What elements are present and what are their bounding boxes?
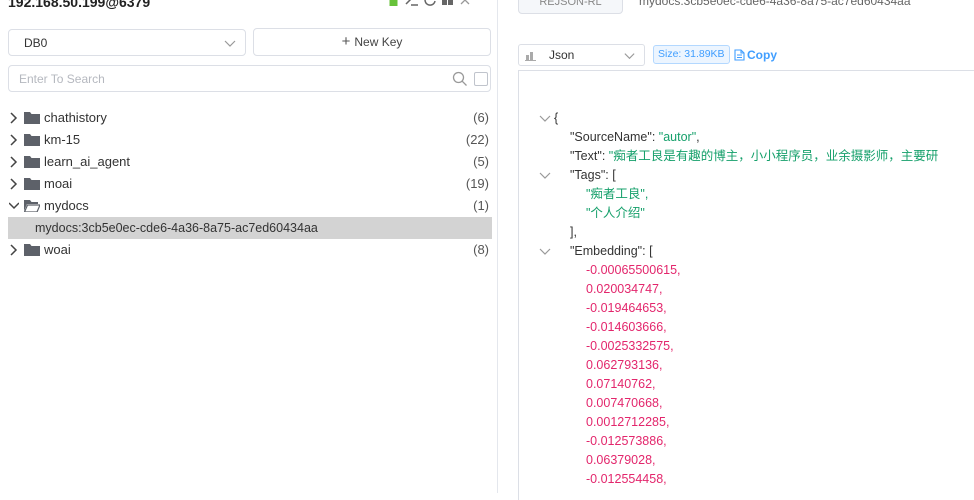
key-detail-panel: REJSON-RL mydocs:3cb5e0ec-cde6-4a36-8a75…	[499, 0, 974, 500]
size-badge: Size: 31.89KB	[653, 45, 730, 64]
format-select[interactable]: Json	[518, 44, 645, 66]
tree-folder-count: (22)	[465, 132, 489, 147]
format-select-value: Json	[549, 48, 575, 62]
format-icon	[525, 52, 536, 61]
folder-open-icon	[24, 200, 40, 212]
json-line: 0.062793136,	[586, 358, 663, 372]
folder-icon	[24, 178, 40, 190]
grid-icon[interactable]	[441, 0, 454, 7]
json-line: -0.014603666,	[586, 320, 667, 334]
chevron-right-icon	[10, 134, 18, 146]
search-icon[interactable]	[452, 71, 468, 87]
tree-folder-count: (6)	[473, 110, 489, 125]
tree-folder-label: woai	[44, 242, 71, 257]
chevron-down-icon	[624, 53, 635, 60]
json-line: ],	[570, 225, 577, 239]
chevron-down-icon	[224, 40, 236, 47]
refresh-icon[interactable]	[423, 0, 436, 7]
key-type-tag: REJSON-RL	[518, 0, 623, 14]
fold-chevron-icon[interactable]	[539, 171, 551, 181]
chevron-right-icon	[10, 178, 18, 190]
fold-chevron-icon[interactable]	[539, 114, 551, 124]
json-line: "个人介绍"	[586, 206, 645, 220]
tree-folder-moai[interactable]: moai (19)	[0, 173, 498, 195]
copy-icon	[734, 49, 745, 61]
folder-icon	[24, 156, 40, 168]
json-line: -0.0025332575,	[586, 339, 674, 353]
chevron-right-icon	[10, 112, 18, 124]
key-browser-panel: 192.168.50.199@6379 DB0 + New Key Enter …	[0, 0, 498, 493]
db-select[interactable]: DB0	[8, 29, 246, 56]
json-line: 0.020034747,	[586, 282, 663, 296]
terminal-icon[interactable]	[405, 0, 418, 7]
folder-icon	[24, 112, 40, 124]
plus-icon: +	[341, 33, 351, 50]
copy-button[interactable]: Copy	[734, 46, 777, 64]
connection-name: 192.168.50.199@6379	[8, 0, 151, 10]
copy-label: Copy	[747, 48, 777, 62]
tree-folder-mydocs[interactable]: mydocs (1)	[0, 195, 498, 217]
json-line: -0.00065500615,	[586, 263, 681, 277]
tree-key-label: mydocs:3cb5e0ec-cde6-4a36-8a75-ac7ed6043…	[35, 221, 318, 235]
folder-icon	[24, 134, 40, 146]
json-line: "Tags": [	[570, 168, 616, 182]
key-tree: chathistory (6) km-15 (22) learn_ai_agen…	[0, 107, 498, 261]
json-viewer[interactable]: { "SourceName": "autor", "Text": "痴者工良是有…	[518, 70, 974, 500]
connection-header: 192.168.50.199@6379	[0, 0, 498, 13]
exact-search-checkbox[interactable]	[474, 72, 488, 86]
json-line: "SourceName": "autor",	[570, 130, 700, 144]
tree-folder-woai[interactable]: woai (8)	[0, 239, 498, 261]
new-key-button[interactable]: + New Key	[253, 28, 491, 56]
tree-folder-count: (1)	[473, 198, 489, 213]
json-line: "Text": "痴者工良是有趣的博主，小小程序员，业余摄影师，主要研	[570, 149, 939, 163]
json-line: "Embedding": [	[570, 244, 653, 258]
json-line: 0.06379028,	[586, 453, 656, 467]
tree-folder-label: learn_ai_agent	[44, 154, 131, 169]
connection-actions	[387, 0, 472, 7]
folder-icon	[24, 244, 40, 256]
tree-folder-label: km-15	[44, 132, 81, 147]
home-icon[interactable]	[387, 0, 400, 7]
tree-folder-label: moai	[44, 176, 73, 191]
chevron-down-icon	[9, 202, 19, 210]
tree-folder-km-15[interactable]: km-15 (22)	[0, 129, 498, 151]
tree-folder-count: (19)	[465, 176, 489, 191]
close-icon[interactable]	[459, 0, 472, 7]
key-header: REJSON-RL mydocs:3cb5e0ec-cde6-4a36-8a75…	[499, 0, 974, 14]
new-key-label: New Key	[354, 35, 403, 49]
chevron-right-icon	[10, 244, 18, 256]
tree-folder-learn-ai-agent[interactable]: learn_ai_agent (5)	[0, 151, 498, 173]
json-line: {	[554, 111, 559, 125]
json-line: -0.019464653,	[586, 301, 667, 315]
tree-folder-count: (5)	[473, 154, 489, 169]
json-line: "痴者工良",	[586, 187, 649, 201]
json-line: -0.012554458,	[586, 472, 667, 486]
key-search	[8, 65, 491, 92]
json-line: -0.012573886,	[586, 434, 667, 448]
tree-folder-label: mydocs	[44, 198, 89, 213]
key-name-field[interactable]: mydocs:3cb5e0ec-cde6-4a36-8a75-ac7ed6043…	[639, 0, 911, 10]
db-select-value: DB0	[24, 36, 48, 50]
search-input[interactable]	[17, 70, 437, 88]
fold-chevron-icon[interactable]	[539, 247, 551, 257]
tree-folder-chathistory[interactable]: chathistory (6)	[0, 107, 498, 129]
tree-folder-label: chathistory	[44, 110, 107, 125]
tree-key-item-selected[interactable]: mydocs:3cb5e0ec-cde6-4a36-8a75-ac7ed6043…	[8, 217, 492, 239]
json-line: 0.07140762,	[586, 377, 656, 391]
json-line: 0.0012712285,	[586, 415, 670, 429]
tree-folder-count: (8)	[473, 242, 489, 257]
chevron-right-icon	[10, 156, 18, 168]
json-line: 0.007470668,	[586, 396, 663, 410]
